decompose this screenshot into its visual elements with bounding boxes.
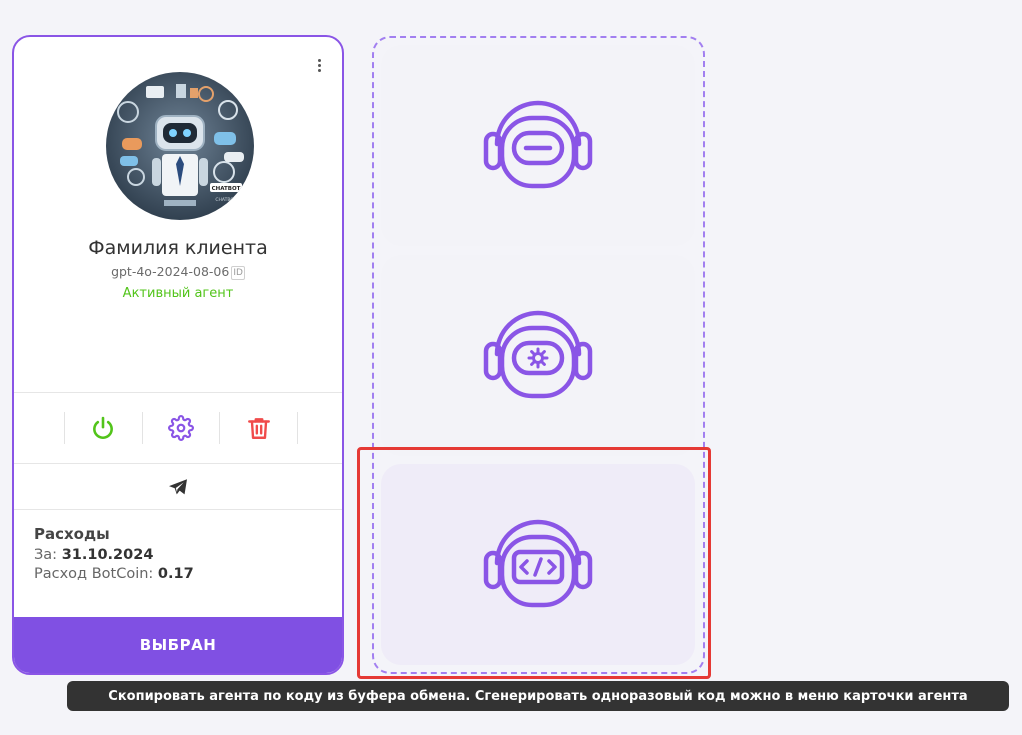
power-icon (93, 416, 114, 440)
add-option-settings[interactable] (381, 255, 695, 456)
power-button[interactable] (64, 412, 142, 444)
expenses-cost-value: 0.17 (157, 566, 194, 582)
status-badge: Активный агент (122, 286, 234, 301)
id-copy-icon[interactable]: ID (231, 266, 245, 280)
expenses-title: Расходы (34, 525, 110, 543)
expenses-cost-row: Расход BotCoin: 0.17 (34, 565, 194, 584)
telegram-button[interactable] (14, 465, 342, 509)
settings-button[interactable] (141, 412, 220, 444)
agent-avatar: CHATBOT CHATBOT (106, 72, 254, 220)
add-option-blank[interactable] (381, 45, 695, 246)
model-row: gpt-4o-2024-08-06 ID (14, 264, 342, 280)
model-name: gpt-4o-2024-08-06 (111, 264, 230, 279)
selected-button[interactable]: ВЫБРАН (14, 617, 342, 673)
avatar-caption-text: CHATBOT (215, 197, 237, 203)
agent-card[interactable]: CHATBOT CHATBOT Фамилия клиента gpt-4o-2… (12, 35, 344, 675)
robot-headset-blank-icon (483, 100, 593, 188)
telegram-icon (169, 479, 187, 495)
client-name: Фамилия клиента (88, 237, 268, 259)
trash-icon (247, 418, 270, 439)
expenses-date-label: За: (34, 547, 58, 563)
more-vertical-icon[interactable] (312, 55, 326, 75)
avatar-badge-text: CHATBOT (212, 186, 241, 192)
gear-icon (168, 415, 194, 441)
add-option-copy-code[interactable] (381, 464, 695, 665)
expenses-cost-label: Расход BotCoin: (34, 566, 154, 582)
robot-headset-code-icon (483, 519, 593, 607)
expenses-date-row: За: 31.10.2024 (34, 546, 194, 565)
divider (14, 509, 342, 510)
divider (14, 392, 342, 393)
expenses-section: Расходы За: 31.10.2024 Расход BotCoin: 0… (34, 525, 194, 584)
robot-headset-gear-icon (483, 310, 593, 398)
delete-button[interactable] (219, 412, 299, 444)
expenses-date-value: 31.10.2024 (61, 547, 154, 563)
divider (14, 463, 342, 464)
agent-actions (64, 412, 299, 444)
tooltip: Скопировать агента по коду из буфера обм… (67, 681, 1009, 711)
